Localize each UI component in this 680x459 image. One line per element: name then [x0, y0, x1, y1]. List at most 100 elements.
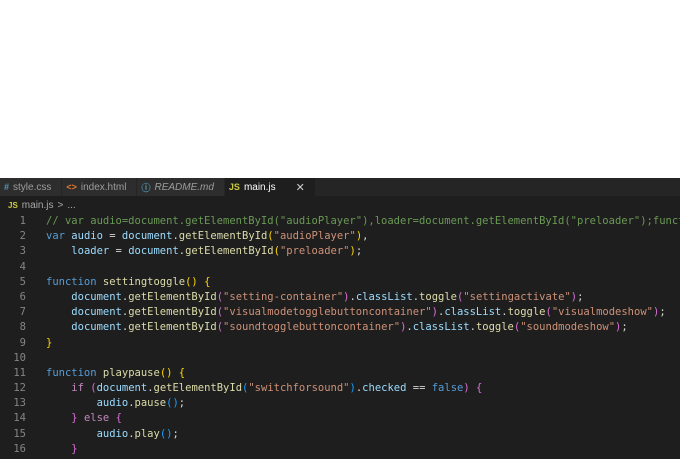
code-token: {	[115, 412, 122, 425]
code-line[interactable]: 14 } else {	[0, 411, 680, 426]
code-token: checked	[362, 382, 407, 395]
html-file-icon: <>	[66, 182, 77, 192]
line-number: 16	[13, 442, 26, 455]
javascript-file-icon: JS	[228, 182, 240, 192]
code-token: classList	[412, 321, 470, 334]
code-token: else	[83, 412, 110, 425]
code-token: "setting-container"	[223, 290, 344, 303]
code-token: document	[71, 290, 122, 303]
code-token: "soundtogglebuttoncontainer"	[223, 321, 401, 334]
code-token: getElementById	[128, 290, 217, 303]
code-token: if	[71, 382, 84, 395]
code-token: =	[109, 245, 129, 258]
code-token: audio	[96, 397, 129, 410]
css-file-icon: #	[4, 182, 10, 192]
code-line[interactable]: 6 document.getElementById("setting-conta…	[0, 290, 680, 305]
code-line[interactable]: 16 }	[0, 442, 680, 457]
code-line[interactable]: 4	[0, 260, 680, 275]
line-number: 4	[19, 260, 26, 273]
code-area[interactable]: 1 // var audio=document.getElementById("a…	[0, 213, 680, 457]
code-token: audio	[96, 427, 129, 440]
code-token: false	[431, 382, 464, 395]
line-number: 13	[13, 397, 26, 410]
code-line[interactable]: 2 var audio = document.getElementById("au…	[0, 229, 680, 244]
code-text: document.getElementById("soundtogglebutt…	[46, 320, 627, 335]
code-token: "settingactivate"	[463, 290, 571, 303]
tab-bar: # style.css <> index.html ⓘ README.md JS main.j…	[0, 178, 680, 197]
code-line[interactable]: 1 // var audio=document.getElementById("a…	[0, 214, 680, 229]
code-token: pause	[134, 397, 167, 410]
code-text: } else {	[46, 411, 122, 426]
line-number: 9	[19, 336, 26, 349]
line-number: 15	[13, 427, 26, 440]
code-text: var audio = document.getElementById("aud…	[46, 229, 368, 244]
code-token: "audioPlayer"	[273, 230, 356, 243]
line-number: 8	[19, 321, 26, 334]
code-line[interactable]: 10	[0, 351, 680, 366]
line-number: 5	[19, 275, 26, 288]
code-token: ;	[172, 427, 179, 440]
code-token: ()	[159, 427, 173, 440]
code-line[interactable]: 12 if (document.getElementById("switchfo…	[0, 381, 680, 396]
code-token: classList	[355, 290, 413, 303]
code-token: {	[178, 366, 186, 379]
code-line[interactable]: 5 function settingtoggle() {	[0, 275, 680, 290]
tab-style-css[interactable]: # style.css	[0, 178, 63, 196]
code-token: play	[134, 427, 160, 440]
code-text: function settingtoggle() {	[46, 275, 210, 290]
code-token: ()	[185, 275, 198, 288]
code-text: audio.play();	[46, 427, 179, 442]
code-line[interactable]: 15 audio.play();	[0, 427, 680, 442]
breadcrumb-more[interactable]: ...	[67, 200, 75, 211]
line-number: 1	[19, 215, 26, 227]
code-token: ;	[659, 306, 666, 319]
code-line[interactable]: 7 document.getElementById("visualmodetog…	[0, 305, 680, 320]
code-editor: # style.css <> index.html ⓘ README.md JS main.j…	[0, 178, 680, 459]
code-token: toggle	[419, 290, 457, 303]
code-token: "visualmodetogglebuttoncontainer"	[223, 306, 432, 319]
code-token: =	[102, 230, 122, 243]
close-icon[interactable]: ✕	[296, 181, 305, 194]
code-token: }	[71, 442, 78, 455]
code-token: // var audio=document.getElementById("au…	[46, 215, 680, 227]
code-token: ,	[362, 230, 369, 243]
breadcrumb-file[interactable]: main.js	[22, 200, 54, 211]
tab-main-js[interactable]: JS main.js ✕	[224, 178, 316, 196]
code-line[interactable]: 9}	[0, 336, 680, 351]
tab-label: style.css	[13, 181, 52, 193]
code-token: }	[46, 336, 53, 349]
code-line[interactable]: 13 audio.pause();	[0, 396, 680, 411]
code-text: }	[46, 442, 78, 457]
code-token: toggle	[475, 321, 514, 334]
line-number: 14	[13, 412, 26, 425]
code-token: getElementById	[153, 382, 243, 395]
code-token: document	[128, 245, 179, 258]
code-token: function	[46, 275, 97, 288]
code-token: "switchforsound"	[248, 382, 350, 395]
code-token: getElementById	[128, 321, 217, 334]
tab-label: README.md	[154, 181, 214, 193]
code-token: ()	[166, 397, 179, 410]
tab-readme-md[interactable]: ⓘ README.md	[137, 178, 225, 196]
code-token: ;	[178, 397, 186, 410]
javascript-file-icon: JS	[8, 200, 18, 210]
code-line[interactable]: 8 document.getElementById("soundtogglebu…	[0, 320, 680, 335]
code-token: getElementById	[178, 230, 268, 243]
tab-label: main.js	[243, 181, 276, 193]
code-text: }	[46, 336, 52, 351]
code-text: if (document.getElementById("switchforso…	[46, 381, 482, 396]
code-line[interactable]: 11 function playpause() {	[0, 366, 680, 381]
code-token: playpause	[102, 366, 160, 379]
code-line[interactable]: 3 loader = document.getElementById("prel…	[0, 244, 680, 259]
code-token: loader	[71, 245, 110, 258]
tab-index-html[interactable]: <> index.html	[62, 178, 138, 196]
breadcrumb: JS main.js > ...	[0, 197, 680, 213]
code-token: getElementById	[185, 245, 274, 258]
code-token: var	[46, 230, 65, 243]
